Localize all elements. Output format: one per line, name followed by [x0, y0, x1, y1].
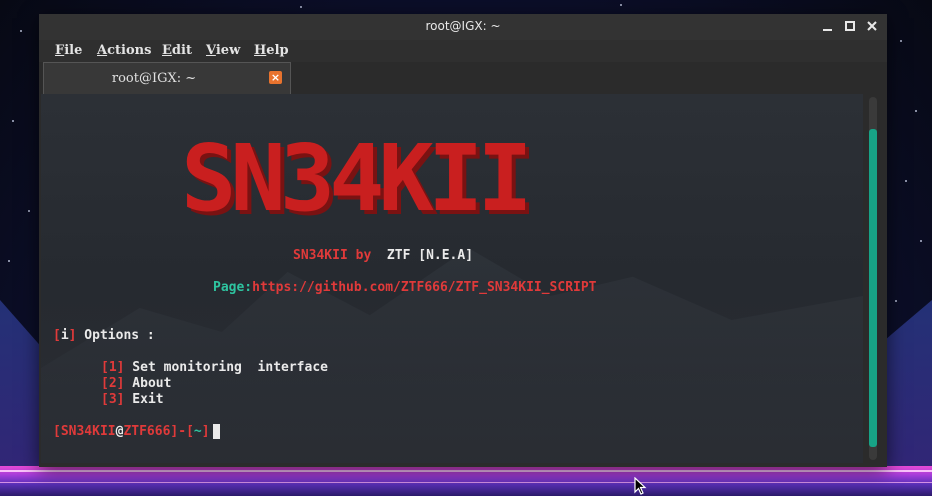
repo-url: https://github.com/ZTF666/ZTF_SN34KII_SC… [252, 280, 597, 295]
minimize-button[interactable] [819, 17, 837, 35]
menu-file[interactable]: File [55, 43, 82, 58]
tab-close-icon[interactable]: × [269, 71, 282, 84]
menu-edit[interactable]: Edit [162, 43, 192, 58]
scrollbar-thumb[interactable] [869, 129, 877, 447]
desktop-horizon-line [0, 470, 932, 472]
options-header: [i] Options : [53, 328, 155, 343]
terminal-output[interactable]: SN34KII SN34KII by ZTF [N.E.A] Page:http… [41, 94, 863, 463]
terminal-window: root@IGX: ~ File Actions Edit View Help … [39, 14, 887, 467]
minimize-icon [823, 29, 832, 31]
close-icon [867, 21, 877, 31]
tab-bar: root@IGX: ~ × [39, 62, 887, 94]
option-1: [1] Set monitoring interface [101, 360, 328, 375]
shell-prompt: [SN34KII@ZTF666]-[~] [53, 424, 210, 439]
maximize-button[interactable] [841, 17, 859, 35]
text-cursor [213, 424, 220, 439]
menu-view[interactable]: View [206, 43, 240, 58]
menu-actions[interactable]: Actions [97, 43, 151, 58]
menubar: File Actions Edit View Help [39, 40, 887, 62]
option-2: [2] About [101, 376, 172, 391]
maximize-icon [845, 21, 855, 31]
window-title: root@IGX: ~ [425, 19, 501, 33]
close-button[interactable] [863, 17, 881, 35]
menu-help[interactable]: Help [254, 43, 289, 58]
scrollbar[interactable] [869, 97, 877, 460]
mouse-pointer-icon [634, 477, 647, 495]
window-titlebar[interactable]: root@IGX: ~ [39, 14, 887, 40]
page-line: Page:https://github.com/ZTF666/ZTF_SN34K… [213, 280, 597, 295]
tab-root-igx[interactable]: root@IGX: ~ × [43, 62, 291, 94]
tab-label: root@IGX: ~ [111, 71, 197, 86]
ascii-banner: SN34KII [181, 125, 533, 232]
desktop-horizon-line-2 [0, 482, 932, 483]
byline: SN34KII by ZTF [N.E.A] [293, 248, 474, 263]
option-3: [3] Exit [101, 392, 164, 407]
